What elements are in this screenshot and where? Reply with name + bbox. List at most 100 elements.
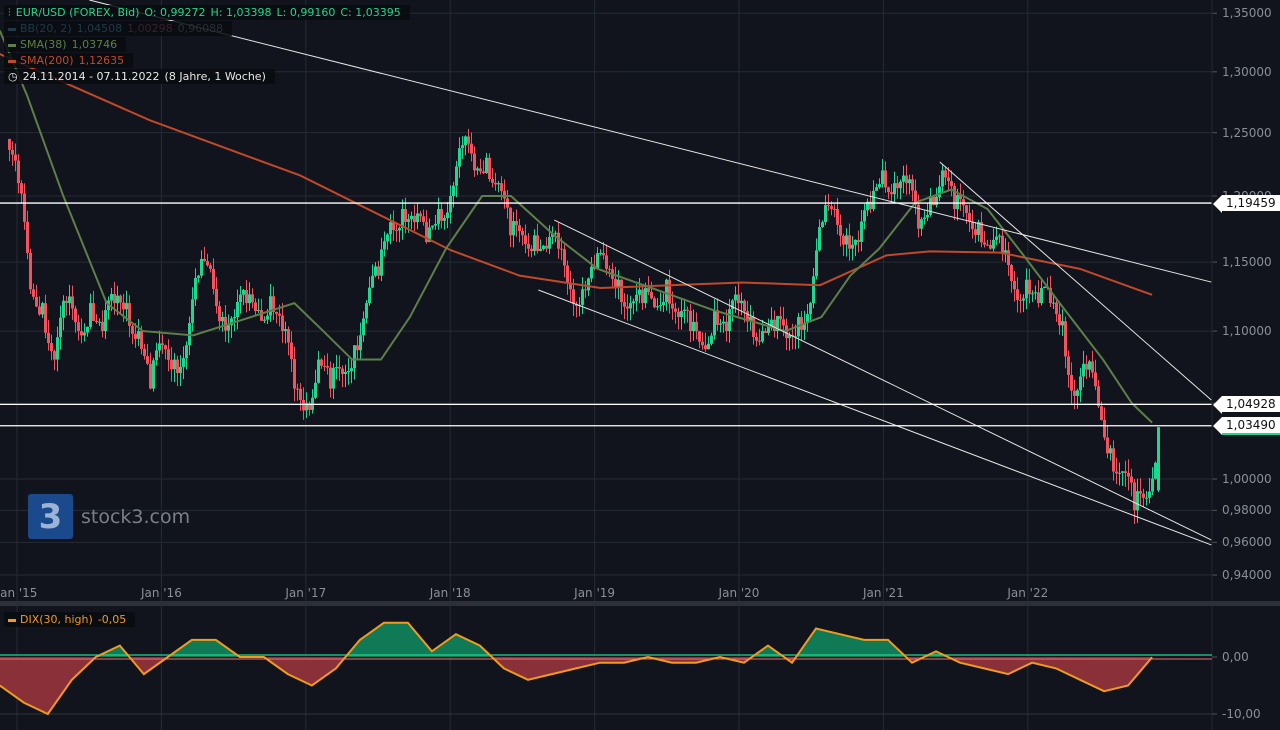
candle-body xyxy=(185,345,188,359)
candle-body xyxy=(629,303,632,309)
low-value: L: 0,99160 xyxy=(276,6,336,19)
candle-body xyxy=(938,186,941,197)
candle-body xyxy=(1121,471,1124,473)
candle-body xyxy=(140,331,143,349)
candle-body xyxy=(983,242,986,245)
x-tick-label: Jan '17 xyxy=(285,586,327,600)
candle-body xyxy=(848,235,851,249)
candle-body xyxy=(383,241,386,250)
candle-body xyxy=(881,170,884,185)
candle-body xyxy=(626,306,629,309)
pane-separator[interactable] xyxy=(0,601,1280,606)
candle-body xyxy=(887,187,890,193)
candle-body xyxy=(500,183,503,192)
bb-swatch xyxy=(8,27,16,31)
candle-body xyxy=(581,289,584,305)
candle-body xyxy=(437,209,440,224)
candle-body xyxy=(422,216,425,222)
x-tick-label: Jan '20 xyxy=(718,586,760,600)
candle-body xyxy=(545,245,548,249)
close-value: C: 1,03395 xyxy=(340,6,401,19)
candle-body xyxy=(326,366,329,368)
candle-body xyxy=(20,183,23,194)
candle-body xyxy=(71,296,74,309)
price-chart[interactable] xyxy=(0,0,1280,730)
candle-body xyxy=(1109,448,1112,454)
candle-body xyxy=(407,219,410,222)
candle-body xyxy=(572,289,575,304)
dix-value: -0,05 xyxy=(97,613,127,626)
candle-body xyxy=(536,235,539,251)
candle-body xyxy=(371,275,374,288)
candle-body xyxy=(662,301,665,306)
candle-body xyxy=(728,309,731,332)
candle-body xyxy=(263,319,266,321)
candle-body xyxy=(35,296,38,307)
candle-body xyxy=(1007,250,1010,266)
candle-body xyxy=(875,187,878,191)
candle-body xyxy=(722,321,725,324)
candle-body xyxy=(323,365,326,367)
candle-body xyxy=(1058,314,1061,326)
candle-body xyxy=(1070,374,1073,391)
dix-label: DIX(30, high) xyxy=(20,613,93,626)
candle-body xyxy=(491,178,494,183)
candle-body xyxy=(362,318,365,336)
candle-body xyxy=(1013,280,1016,290)
candle-body xyxy=(233,317,236,319)
candle-body xyxy=(62,300,65,318)
dix-tick-label: 0,00 xyxy=(1222,650,1249,664)
candle-body xyxy=(197,275,200,278)
candle-body xyxy=(254,302,257,312)
candle-body xyxy=(671,303,674,309)
candle-body xyxy=(269,296,272,316)
legend-bb[interactable]: BB(20, 2) 1,04508 1,00298 0,96088 xyxy=(4,21,233,36)
sma200-swatch xyxy=(8,59,16,63)
price-badge: 1,19459 xyxy=(1213,195,1280,214)
legend-range: ◷ 24.11.2014 - 07.11.2022 (8 Jahre, 1 Woch… xyxy=(4,69,275,84)
candle-body xyxy=(92,303,95,321)
candle-body xyxy=(650,292,653,299)
candle-body xyxy=(374,266,377,276)
candle-body xyxy=(1133,482,1136,511)
candle-body xyxy=(1082,363,1085,377)
candle-body xyxy=(968,212,971,222)
candle-body xyxy=(644,288,647,304)
candle-body xyxy=(956,195,959,210)
candle-body xyxy=(266,315,269,320)
candle-body xyxy=(416,213,419,223)
legend-sma38[interactable]: SMA(38) 1,03746 xyxy=(4,37,127,52)
candle-body xyxy=(116,295,119,304)
legend-dix[interactable]: DIX(30, high) -0,05 xyxy=(4,612,136,627)
legend-sma200[interactable]: SMA(200) 1,12635 xyxy=(4,53,134,68)
candle-body xyxy=(980,222,983,243)
dix-indicator xyxy=(0,621,1217,716)
candle-body xyxy=(89,303,92,327)
candle-body xyxy=(191,299,194,324)
dix-tick-label: -10,00 xyxy=(1222,707,1261,721)
candle-body xyxy=(554,232,557,234)
candle-body xyxy=(446,212,449,219)
watermark: 3 stock3.com xyxy=(28,494,190,539)
candle-body xyxy=(758,340,761,342)
candle-body xyxy=(290,342,293,360)
candle-body xyxy=(1001,235,1004,253)
legend-symbol: ⫶ EUR/USD (FOREX, Bid) O: 0,99272 H: 1,0339… xyxy=(4,5,410,20)
candle-body xyxy=(950,181,953,187)
candle-body xyxy=(242,290,245,295)
candle-body xyxy=(734,294,737,301)
candle-body xyxy=(503,191,506,199)
candle-body xyxy=(386,234,389,242)
candle-body xyxy=(761,331,764,342)
candle-body xyxy=(296,388,299,390)
candle-body xyxy=(512,221,515,236)
candle-body xyxy=(1097,386,1100,407)
candle-body xyxy=(317,359,320,383)
x-tick-label: Jan '15 xyxy=(0,586,38,600)
bb-upper: 1,04508 xyxy=(76,22,123,35)
candle-body xyxy=(1091,361,1094,373)
candle-body xyxy=(170,359,173,370)
candle-body xyxy=(587,278,590,291)
candle-body xyxy=(302,399,305,411)
candle-body xyxy=(899,181,902,189)
